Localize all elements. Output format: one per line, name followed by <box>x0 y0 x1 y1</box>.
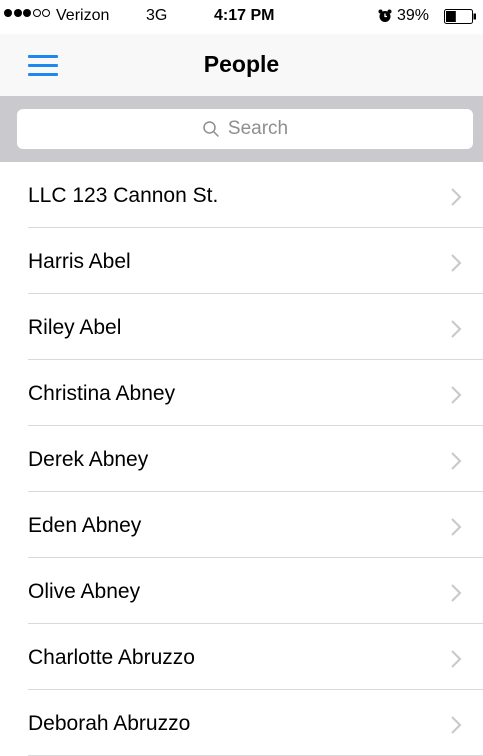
person-name: Riley Abel <box>28 316 122 339</box>
list-item[interactable]: Olive Abney <box>0 558 483 624</box>
signal-strength-icon <box>4 9 52 17</box>
network-type: 3G <box>146 7 168 24</box>
chevron-right-icon <box>451 716 462 734</box>
people-list: LLC 123 Cannon St. Harris Abel Riley Abe… <box>0 162 483 756</box>
chevron-right-icon <box>451 518 462 536</box>
chevron-right-icon <box>451 254 462 272</box>
status-bar: Verizon 3G 4:17 PM 39% <box>0 0 483 34</box>
page-title: People <box>203 51 280 77</box>
person-name: Eden Abney <box>28 514 142 537</box>
person-name: Charlotte Abruzzo <box>28 646 195 669</box>
list-item[interactable]: Charlotte Abruzzo <box>0 624 483 690</box>
search-bar-container: Search <box>0 96 483 162</box>
list-item[interactable]: Derek Abney <box>0 426 483 492</box>
list-item[interactable]: Deborah Abruzzo <box>0 690 483 756</box>
battery-percentage: 39% <box>397 7 430 24</box>
search-icon <box>203 121 219 137</box>
person-name: LLC 123 Cannon St. <box>28 184 219 207</box>
list-item[interactable]: Christina Abney <box>0 360 483 426</box>
list-item[interactable]: Harris Abel <box>0 228 483 294</box>
chevron-right-icon <box>451 386 462 404</box>
carrier-label: Verizon <box>56 7 110 24</box>
navigation-bar: People <box>0 34 483 96</box>
alarm-clock-icon <box>378 9 392 22</box>
status-time: 4:17 PM <box>214 7 275 24</box>
search-input[interactable]: Search <box>17 109 473 149</box>
person-name: Derek Abney <box>28 448 149 471</box>
chevron-right-icon <box>451 188 462 206</box>
battery-icon <box>444 9 476 24</box>
list-item[interactable]: Eden Abney <box>0 492 483 558</box>
chevron-right-icon <box>451 320 462 338</box>
chevron-right-icon <box>451 584 462 602</box>
person-name: Deborah Abruzzo <box>28 712 191 735</box>
list-item[interactable]: LLC 123 Cannon St. <box>0 162 483 228</box>
search-placeholder: Search <box>227 118 289 139</box>
list-item[interactable]: Riley Abel <box>0 294 483 360</box>
person-name: Christina Abney <box>28 382 176 405</box>
chevron-right-icon <box>451 452 462 470</box>
chevron-right-icon <box>451 650 462 668</box>
person-name: Harris Abel <box>28 250 131 273</box>
person-name: Olive Abney <box>28 580 141 603</box>
